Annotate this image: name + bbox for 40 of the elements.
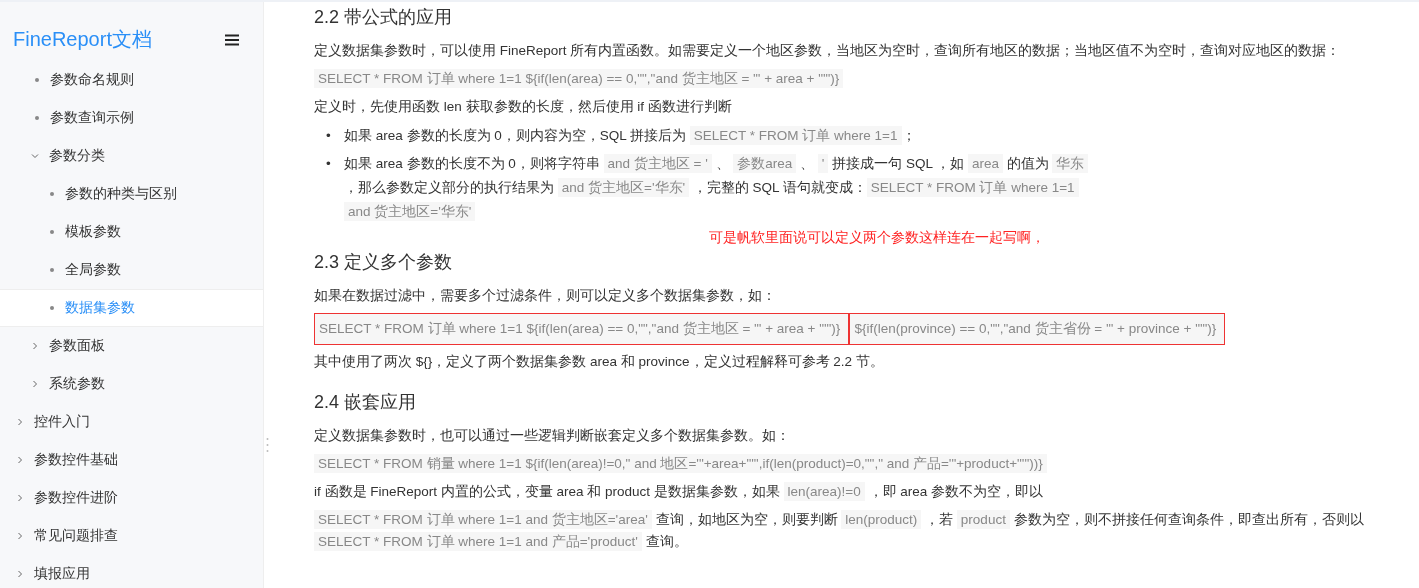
chevron-right-icon — [16, 494, 24, 502]
sidebar-item[interactable]: 参数命名规则 — [0, 61, 263, 99]
chevron-right-icon — [16, 456, 24, 464]
chevron-right-icon — [31, 380, 39, 388]
sidebar-item[interactable]: 常见问题排查 — [0, 517, 263, 555]
chevron-right-icon — [16, 532, 24, 540]
bullet-marker: • — [326, 127, 332, 145]
sidebar-item[interactable]: 参数控件进阶 — [0, 479, 263, 517]
paragraph: SELECT * FROM 订单 where 1=1 ${if(len(area) == 0,"","and 货主地区 = '" + area + "'")} ${if(len(province) == 0,"","and 货主省份 = '" + province + "'")} — [314, 313, 1419, 345]
section-heading: 2.3 定义多个参数 — [314, 251, 454, 273]
chevron-right-icon — [31, 342, 39, 350]
annotation-text: 可是帆软里面说可以定义两个参数这样连在一起写啊， — [709, 229, 1045, 245]
sidebar-item[interactable]: 参数控件基础 — [0, 441, 263, 479]
chevron-right-icon — [16, 418, 24, 426]
paragraph: 如果在数据过滤中，需要多个过滤条件，则可以定义多个数据集参数，如： — [314, 287, 777, 305]
sidebar-item[interactable]: 控件入门 — [0, 403, 263, 441]
sidebar-item[interactable]: 系统参数 — [0, 365, 263, 403]
paragraph: SELECT * FROM 订单 where 1=1 ${if(len(area) == 0,"","and 货主地区 = '" + area + "'")} — [314, 68, 1419, 90]
paragraph: SELECT * FROM 订单 where 1=1 and 货主地区='area' 查询，如地区为空，则要判断 len(product) ，若 product 参数为空，则不拼接任何查询条件，即查出所有，否则以 SELECT * FROM 订单 where 1=1 and 产品='product' 查询。 — [314, 509, 1419, 553]
bullet-marker: • — [326, 155, 332, 173]
sidebar-item[interactable]: 参数的种类与区别 — [0, 175, 263, 213]
chevron-down-icon — [31, 152, 39, 160]
sidebar-item[interactable]: 填报应用 — [0, 555, 263, 588]
resize-handle-icon[interactable] — [266, 437, 269, 453]
sidebar-item[interactable]: 模板参数 — [0, 213, 263, 251]
paragraph: if 函数是 FineReport 内置的公式，变量 area 和 product 是数据集参数，如果 len(area)!=0 ，即 area 参数不为空，即以 — [314, 481, 1045, 503]
menu-icon[interactable] — [225, 33, 239, 46]
sidebar-item[interactable]: 参数分类 — [0, 137, 263, 175]
list-item: 如果 area 参数的长度不为 0，则将字符串 and 货主地区 = ' 、 参数area 、 ' 拼接成一句 SQL ，如 area 的值为 华东 ，那么参数定义部分的执行结果为 and 货主地区='华东' ，完整的 SQL 语句就变成： SELECT * FROM 订单 where 1=1 and 货主地区='华东' — [344, 152, 1089, 224]
paragraph: 定义数据集参数时，也可以通过一些逻辑判断嵌套定义多个数据集参数。如： — [314, 427, 791, 445]
paragraph: 定义数据集参数时，可以使用 FineReport 所有内置函数。如需要定义一个地区参数，当地区为空时，查询所有地区的数据；当地区值不为空时，查询对应地区的数据： — [314, 42, 1342, 60]
section-heading: 2.2 带公式的应用 — [314, 6, 454, 28]
chevron-right-icon — [16, 570, 24, 578]
paragraph: 定义时，先使用函数 len 获取参数的长度，然后使用 if 函数进行判断 — [314, 98, 733, 116]
sidebar-item[interactable]: 全局参数 — [0, 251, 263, 289]
list-item: 如果 area 参数的长度为 0，则内容为空，SQL 拼接后为 SELECT * FROM 订单 where 1=1 ； — [344, 125, 916, 147]
sidebar-item[interactable]: 参数面板 — [0, 327, 263, 365]
paragraph: 其中使用了两次 ${}，定义了两个数据集参数 area 和 province，定义过程解释可参考 2.2 节。 — [314, 353, 885, 371]
sidebar-item[interactable]: 参数查询示例 — [0, 99, 263, 137]
section-heading: 2.4 嵌套应用 — [314, 391, 418, 413]
